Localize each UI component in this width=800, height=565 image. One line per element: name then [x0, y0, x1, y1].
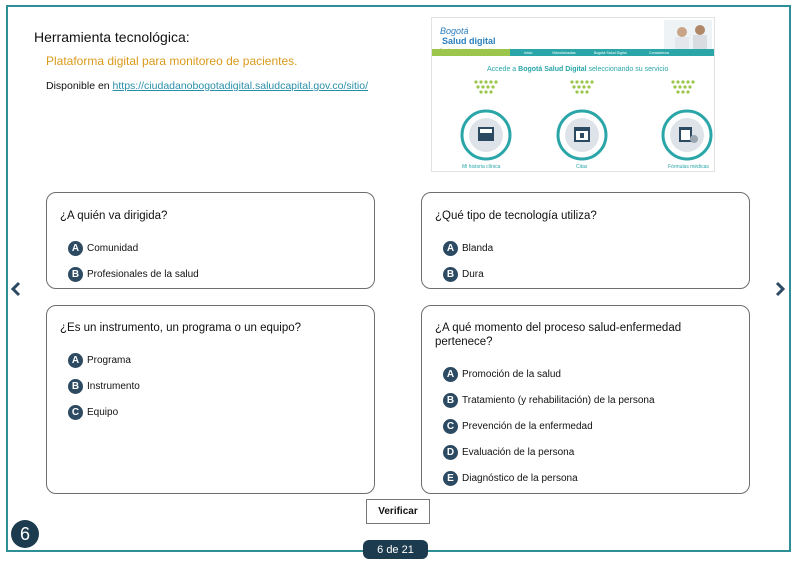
option-letter: B	[443, 393, 458, 408]
chevron-right-icon	[775, 281, 786, 297]
option-letter: A	[443, 367, 458, 382]
option-label: Prevención de la enfermedad	[462, 421, 593, 432]
nav-item: Bogotá Salud Digital	[594, 51, 627, 55]
option-letter: B	[68, 267, 83, 282]
nav-item: Inicio	[524, 51, 532, 55]
question-text-line1: ¿A qué momento del proceso salud-enferme…	[435, 322, 682, 334]
option-b[interactable]: B Instrumento	[68, 379, 140, 394]
page-number-badge: 6	[11, 520, 39, 548]
option-letter: D	[443, 445, 458, 460]
option-label: Comunidad	[87, 243, 139, 254]
option-label: Profesionales de la salud	[87, 269, 199, 280]
platform-screenshot: Bogotá Salud digital Bogotá más cuidador…	[431, 17, 715, 172]
banner-prefix: Accede a	[487, 66, 518, 73]
nav-item: Videollamadas	[552, 51, 576, 55]
option-a[interactable]: A Comunidad	[68, 241, 138, 256]
question-text: ¿A qué momento del proceso salud-enferme…	[435, 321, 681, 349]
option-label: Promoción de la salud	[462, 369, 561, 380]
page-counter: 6 de 21	[363, 540, 428, 559]
option-a[interactable]: A Blanda	[443, 241, 493, 256]
question-text-line2: pertenece?	[435, 336, 493, 348]
option-letter: C	[443, 419, 458, 434]
prescription-icon	[661, 109, 713, 161]
option-b[interactable]: B Dura	[443, 267, 484, 282]
question-text: ¿Es un instrumento, un programa o un equ…	[60, 322, 302, 334]
banner-text: Accede a Bogotá Salud Digital selecciona…	[487, 66, 668, 73]
option-b[interactable]: B Profesionales de la salud	[68, 267, 199, 282]
logo-line2: Salud digital	[442, 36, 496, 46]
option-label: Blanda	[462, 243, 494, 254]
option-letter: B	[443, 267, 458, 282]
option-label: Evaluación de la persona	[462, 447, 575, 458]
option-a[interactable]: A Programa	[68, 353, 131, 368]
screenshot-graphic: Bogotá Salud digital Bogotá más cuidador…	[432, 18, 714, 170]
next-arrow[interactable]	[773, 280, 787, 298]
option-c[interactable]: C Equipo	[68, 405, 118, 420]
option-b[interactable]: B Tratamiento (y rehabilitación) de la p…	[443, 393, 655, 408]
calendar-icon	[556, 109, 608, 161]
section-heading: Herramienta tecnológica:	[34, 29, 190, 45]
option-label: Diagnóstico de la persona	[462, 473, 578, 484]
availability-prefix: Disponible en	[46, 80, 113, 92]
option-label: Tratamiento (y rehabilitación) de la per…	[462, 395, 655, 406]
nav-item: Contactenos	[649, 51, 669, 55]
option-d[interactable]: D Evaluación de la persona	[443, 445, 574, 460]
option-letter: C	[68, 405, 83, 420]
tool-subtitle: Plataforma digital para monitoreo de pac…	[46, 54, 298, 68]
option-label: Instrumento	[87, 381, 140, 392]
question-card-target: ¿A quién va dirigida? A Comunidad B Prof…	[46, 192, 375, 289]
service-label: Fórmulas médicas	[668, 164, 709, 170]
option-letter: A	[443, 241, 458, 256]
question-text: ¿Qué tipo de tecnología utiliza?	[435, 210, 597, 222]
option-c[interactable]: C Prevención de la enfermedad	[443, 419, 593, 434]
option-letter: B	[68, 379, 83, 394]
banner-suffix: seleccionando su servicio	[587, 66, 669, 73]
chevron-left-icon	[10, 281, 21, 297]
logo-line1: Bogotá	[440, 26, 469, 36]
banner-brand: Bogotá Salud Digital	[518, 66, 587, 73]
prev-arrow[interactable]	[9, 280, 23, 298]
option-letter: E	[443, 471, 458, 486]
folder-icon	[460, 109, 512, 161]
question-card-moment: ¿A qué momento del proceso salud-enferme…	[421, 305, 750, 494]
service-label: Citas	[576, 164, 588, 170]
option-label: Dura	[462, 269, 484, 280]
option-label: Programa	[87, 355, 131, 366]
option-letter: A	[68, 353, 83, 368]
verify-button[interactable]: Verificar	[366, 499, 430, 524]
dot-grid	[474, 80, 695, 94]
option-e[interactable]: E Diagnóstico de la persona	[443, 471, 578, 486]
option-letter: A	[68, 241, 83, 256]
platform-link[interactable]: https://ciudadanobogotadigital.saludcapi…	[113, 80, 368, 92]
service-label: Mi historia clínica	[462, 164, 501, 170]
availability-text: Disponible en https://ciudadanobogotadig…	[46, 80, 368, 92]
option-label: Equipo	[87, 407, 119, 418]
question-text: ¿A quién va dirigida?	[60, 210, 168, 222]
option-a[interactable]: A Promoción de la salud	[443, 367, 561, 382]
question-card-type: ¿Es un instrumento, un programa o un equ…	[46, 305, 375, 494]
question-card-technology: ¿Qué tipo de tecnología utiliza? A Bland…	[421, 192, 750, 289]
